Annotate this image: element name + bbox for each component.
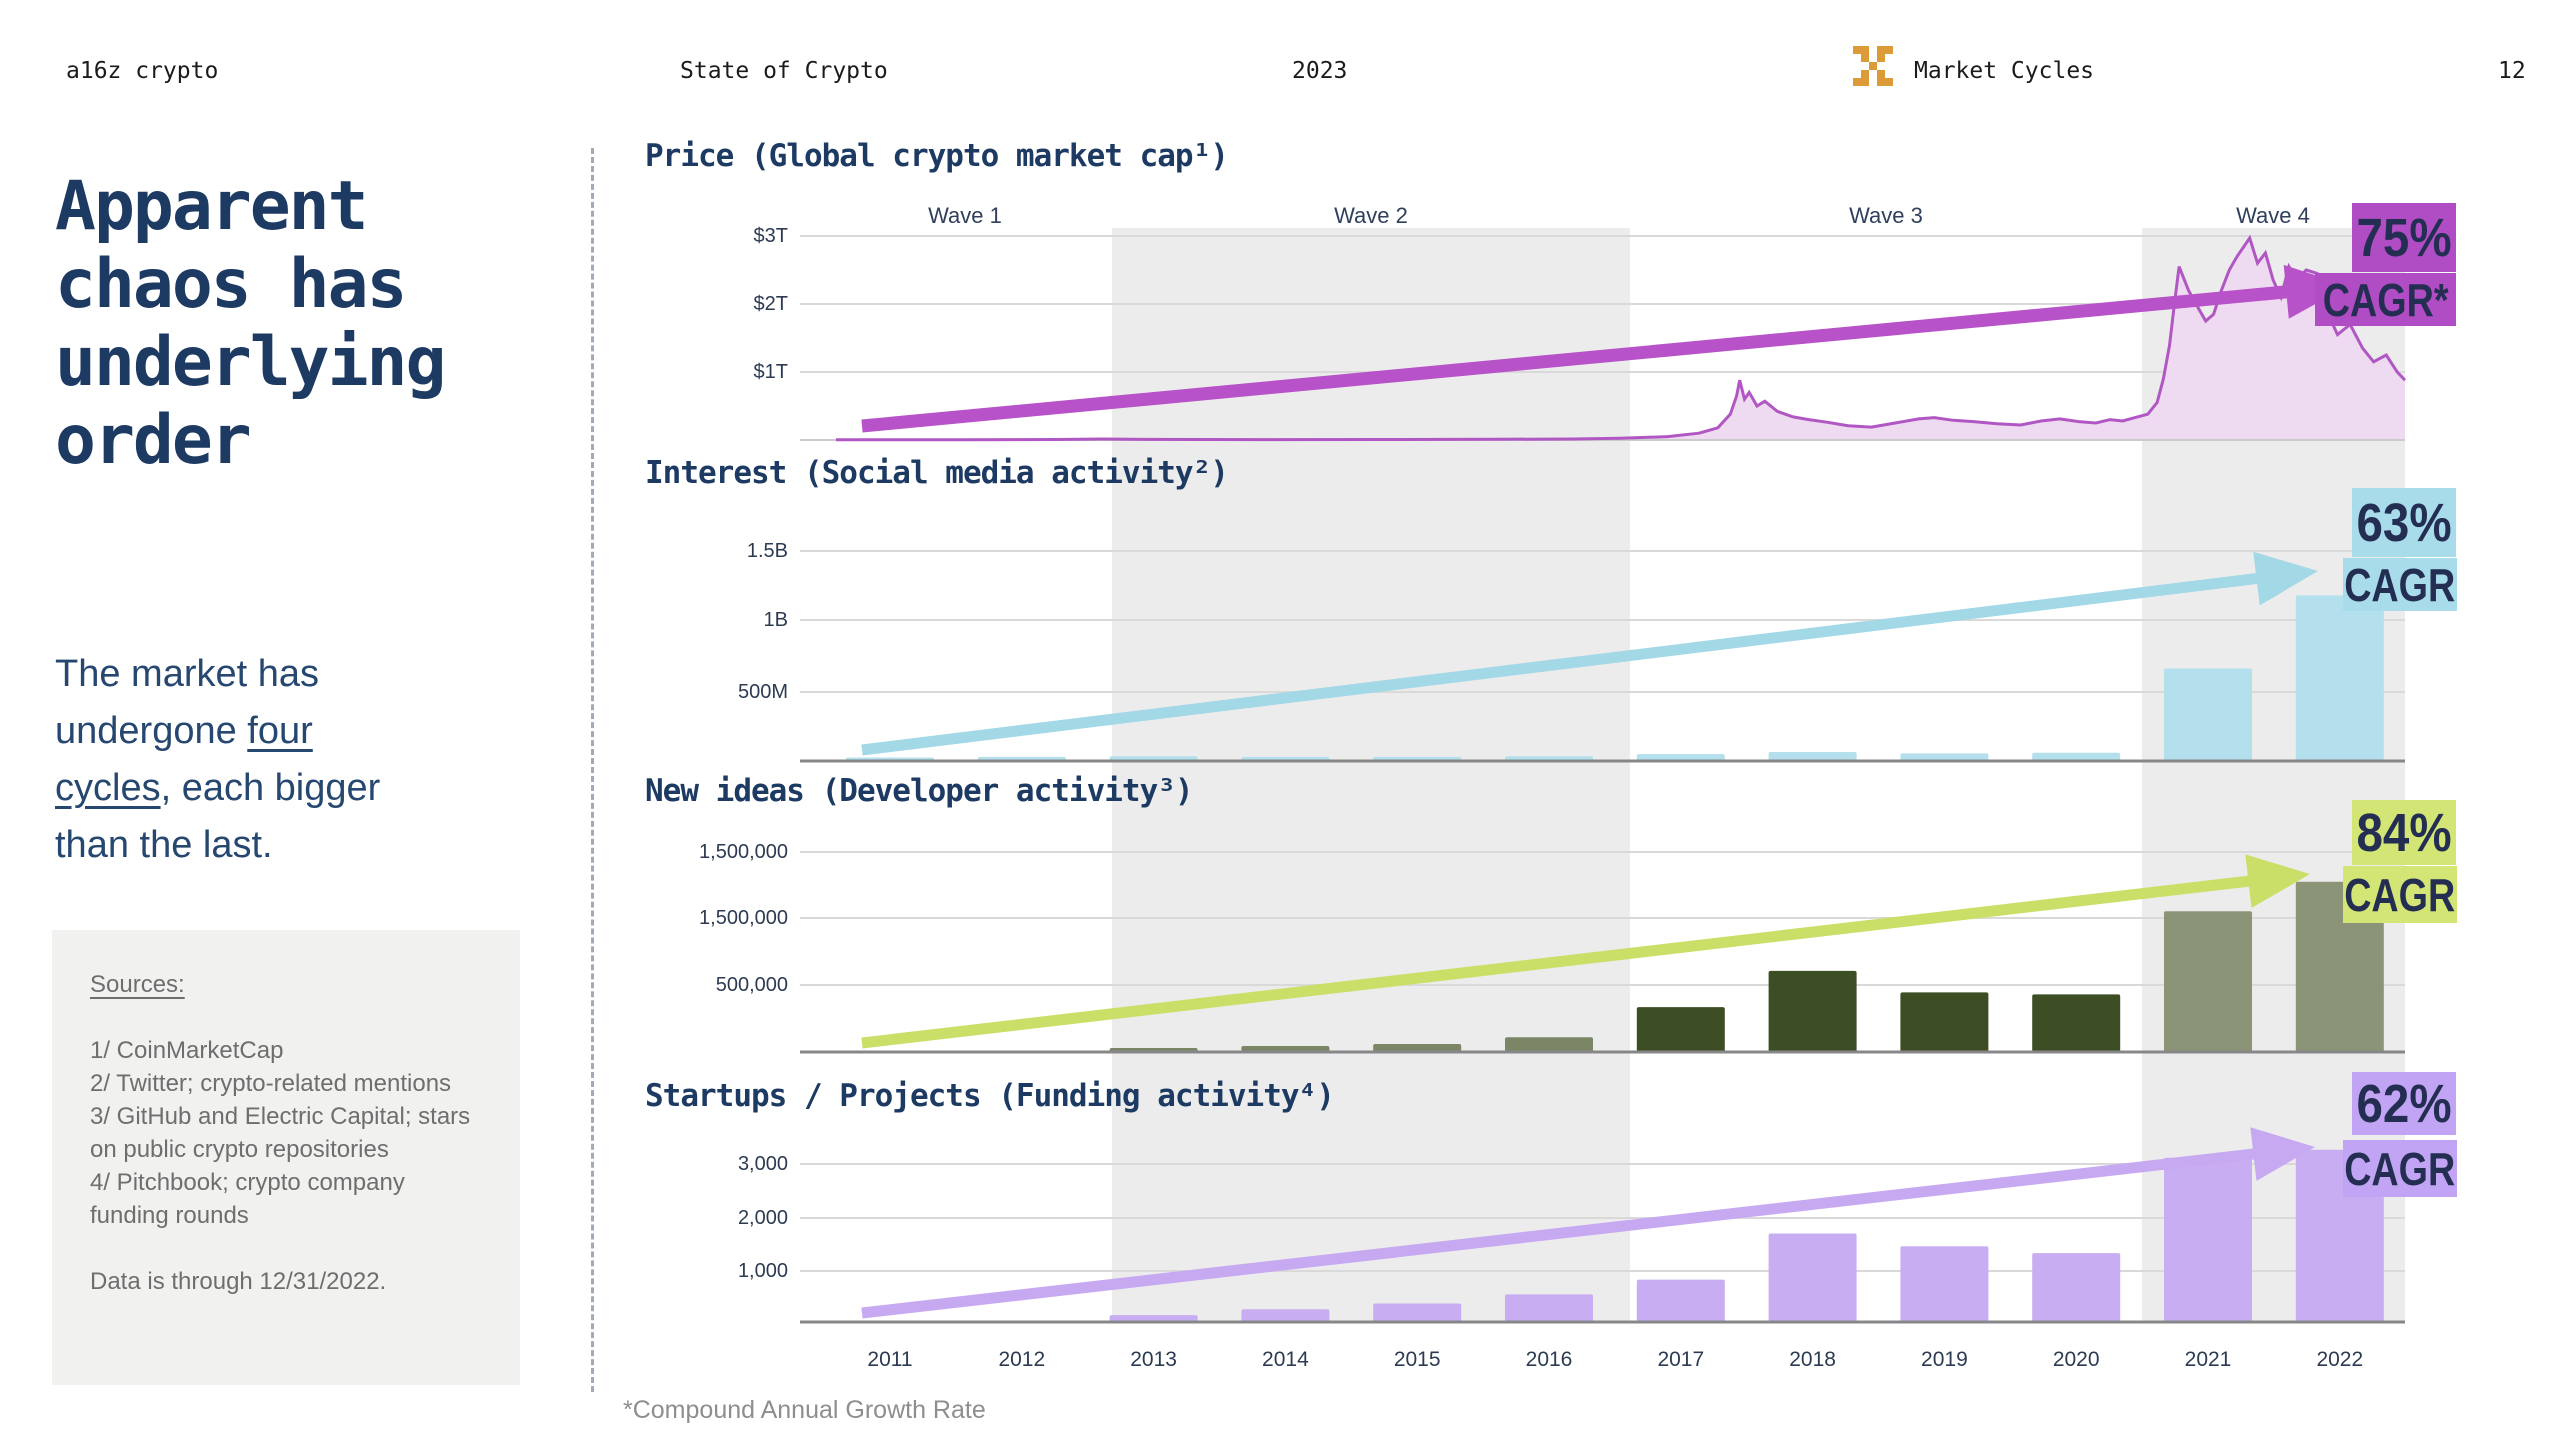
cagr-value-badge: 75% (2352, 203, 2456, 272)
y-tick-label: 1,000 (646, 1257, 788, 1285)
wave-label: Wave 2 (1286, 203, 1456, 229)
year-label: 2019 (1884, 1348, 2004, 1372)
bar-2016 (1505, 1037, 1593, 1052)
cagr-label: CAGR (2344, 558, 2455, 612)
bar-2018 (1769, 1234, 1857, 1323)
charts-graphics (0, 0, 2560, 1438)
y-tick-label: $2T (646, 290, 788, 318)
chart-title: Price (Global crypto market cap¹) (645, 138, 1228, 174)
bar-2022 (2296, 595, 2384, 761)
year-label: 2020 (2016, 1348, 2136, 1372)
chart-title: New ideas (Developer activity³) (645, 773, 1193, 809)
bar-2020 (2032, 994, 2120, 1052)
y-tick-label: 500M (646, 678, 788, 706)
y-tick-label: 1B (646, 606, 788, 634)
cagr-label-badge: CAGR* (2315, 273, 2456, 326)
wave-label: Wave 4 (2188, 203, 2358, 229)
year-label: 2011 (830, 1348, 950, 1372)
y-tick-label: 500,000 (646, 971, 788, 999)
cagr-value-badge: 63% (2352, 488, 2456, 557)
chart-title: Startups / Projects (Funding activity⁴) (645, 1078, 1334, 1114)
year-label: 2017 (1621, 1348, 1741, 1372)
cagr-label-badge: CAGR (2343, 558, 2457, 611)
y-tick-label: 1,500,000 (646, 838, 788, 866)
wave-label: Wave 1 (880, 203, 1050, 229)
slide: a16z crypto State of Crypto 2023 Market … (0, 0, 2560, 1438)
bar-2021 (2164, 1158, 2252, 1322)
y-tick-label: 3,000 (646, 1150, 788, 1178)
bar-2019 (1900, 992, 1988, 1052)
bar-2015 (1373, 1304, 1461, 1323)
y-tick-label: 2,000 (646, 1204, 788, 1232)
year-label: 2014 (1225, 1348, 1345, 1372)
cagr-label: CAGR (2344, 868, 2455, 922)
y-tick-label: 1,500,000 (646, 904, 788, 932)
bar-2021 (2164, 669, 2252, 762)
bar-2016 (1505, 1294, 1593, 1322)
cagr-label-badge: CAGR (2343, 866, 2457, 923)
bar-2018 (1769, 971, 1857, 1052)
bar-2021 (2164, 911, 2252, 1052)
year-label: 2018 (1753, 1348, 1873, 1372)
y-tick-label: 1.5B (646, 537, 788, 565)
chart-title: Interest (Social media activity²) (645, 455, 1228, 491)
year-label: 2012 (962, 1348, 1082, 1372)
year-label: 2013 (1094, 1348, 1214, 1372)
bar-2019 (1900, 1246, 1988, 1322)
bar-2017 (1637, 1007, 1725, 1052)
cagr-value: 63% (2356, 492, 2451, 554)
trend-arrow-shaft (862, 291, 2292, 426)
cagr-label-badge: CAGR (2343, 1140, 2457, 1197)
cagr-value: 75% (2356, 207, 2451, 269)
bar-2020 (2032, 1253, 2120, 1322)
cagr-value-badge: 62% (2352, 1072, 2456, 1135)
year-label: 2021 (2148, 1348, 2268, 1372)
cagr-footnote: *Compound Annual Growth Rate (623, 1396, 986, 1425)
bar-2017 (1637, 1280, 1725, 1322)
cagr-label: CAGR* (2323, 273, 2449, 327)
year-label: 2015 (1357, 1348, 1477, 1372)
bar-2014 (1241, 1309, 1329, 1322)
cagr-value-badge: 84% (2352, 800, 2456, 865)
trend-arrow-shaft (862, 578, 2262, 750)
y-tick-label: $1T (646, 358, 788, 386)
year-label: 2022 (2280, 1348, 2400, 1372)
cagr-value: 62% (2356, 1073, 2451, 1135)
wave-label: Wave 3 (1801, 203, 1971, 229)
year-label: 2016 (1489, 1348, 1609, 1372)
cagr-value: 84% (2356, 802, 2451, 864)
y-tick-label: $3T (646, 222, 788, 250)
cagr-label: CAGR (2344, 1142, 2455, 1196)
